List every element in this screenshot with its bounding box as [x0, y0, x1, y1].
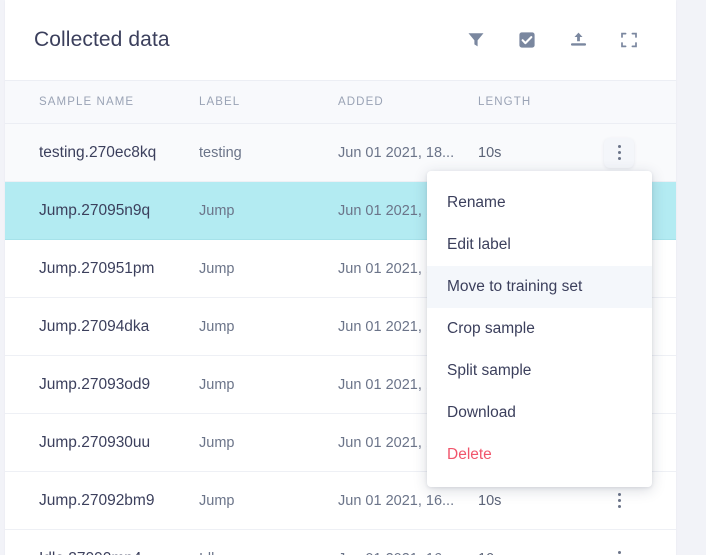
menu-item-rename[interactable]: Rename: [427, 182, 652, 224]
cell-length: 10s: [478, 551, 586, 555]
upload-icon[interactable]: [567, 29, 589, 51]
menu-item-crop-sample[interactable]: Crop sample: [427, 308, 652, 350]
menu-item-download[interactable]: Download: [427, 392, 652, 434]
row-menu-button[interactable]: [604, 544, 634, 555]
cell-label: Jump: [199, 319, 338, 335]
cell-actions: [586, 138, 676, 168]
dot: [618, 551, 621, 554]
column-header-length: LENGTH: [478, 96, 586, 108]
header-actions: [465, 29, 647, 51]
filter-icon[interactable]: [465, 29, 487, 51]
menu-item-split-sample[interactable]: Split sample: [427, 350, 652, 392]
cell-label: Jump: [199, 435, 338, 451]
column-header-added: ADDED: [338, 96, 478, 108]
cell-sample-name: Jump.27094dka: [5, 318, 199, 336]
cell-added: Jun 01 2021, 16...: [338, 493, 478, 509]
cell-sample-name: Jump.27093od9: [5, 376, 199, 394]
card-header: Collected data: [5, 0, 676, 81]
fullscreen-icon[interactable]: [618, 29, 640, 51]
cell-label: Jump: [199, 203, 338, 219]
cell-sample-name: Jump.27095n9q: [5, 202, 199, 220]
menu-item-edit-label[interactable]: Edit label: [427, 224, 652, 266]
cell-label: testing: [199, 145, 338, 161]
cell-added: Jun 01 2021, 18...: [338, 145, 478, 161]
column-header-label: LABEL: [199, 96, 338, 108]
cell-actions: [586, 544, 676, 555]
row-menu-button[interactable]: [604, 486, 634, 516]
cell-length: 10s: [478, 145, 586, 161]
cell-sample-name: Jump.270951pm: [5, 260, 199, 278]
cell-label: Jump: [199, 261, 338, 277]
collected-data-screen: Collected data: [0, 0, 706, 555]
cell-added: Jun 01 2021, 16...: [338, 551, 478, 555]
row-menu-button[interactable]: [604, 138, 634, 168]
dot: [618, 505, 621, 508]
cell-actions: [586, 486, 676, 516]
row-context-menu: RenameEdit labelMove to training setCrop…: [427, 171, 652, 487]
cell-sample-name: Jump.27092bm9: [5, 492, 199, 510]
cell-sample-name: Jump.270930uu: [5, 434, 199, 452]
dot: [618, 499, 621, 502]
table-row[interactable]: Idle.27090mp4IdleJun 01 2021, 16...10s: [5, 530, 676, 555]
cell-sample-name: Idle.27090mp4: [5, 550, 199, 555]
column-header-sample-name: SAMPLE NAME: [5, 96, 199, 108]
dot: [618, 151, 621, 154]
page-title: Collected data: [34, 28, 170, 52]
table-column-headers: SAMPLE NAME LABEL ADDED LENGTH: [5, 81, 676, 124]
cell-label: Idle: [199, 551, 338, 555]
menu-item-move-to-training-set[interactable]: Move to training set: [427, 266, 652, 308]
cell-sample-name: testing.270ec8kq: [5, 144, 199, 162]
menu-item-delete[interactable]: Delete: [427, 434, 652, 476]
select-icon[interactable]: [516, 29, 538, 51]
dot: [618, 157, 621, 160]
dot: [618, 145, 621, 148]
cell-label: Jump: [199, 377, 338, 393]
dot: [618, 493, 621, 496]
cell-length: 10s: [478, 493, 586, 509]
cell-label: Jump: [199, 493, 338, 509]
